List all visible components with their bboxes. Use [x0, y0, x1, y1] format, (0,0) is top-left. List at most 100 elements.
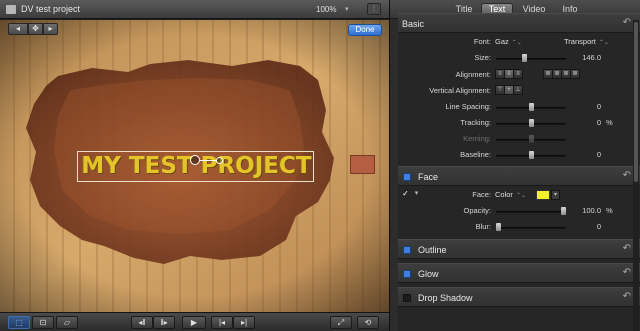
- opacity-slider-knob[interactable]: [561, 207, 566, 215]
- loop-button[interactable]: ⟲: [357, 316, 379, 329]
- play-button[interactable]: ▶: [182, 316, 206, 329]
- blur-value[interactable]: 0: [597, 222, 601, 231]
- chevron-down-icon[interactable]: ▾: [551, 190, 560, 200]
- face-fill-popup[interactable]: Color ⌃⌄: [495, 189, 526, 201]
- kerning-label: Kerning:: [463, 134, 491, 143]
- transform-tool-button[interactable]: ⊡: [32, 316, 54, 329]
- basic-section-header[interactable]: Basic ↶: [398, 13, 640, 33]
- blur-slider[interactable]: [496, 227, 566, 229]
- done-button[interactable]: Done: [348, 24, 382, 36]
- color-well[interactable]: [350, 155, 375, 174]
- baseline-row: Baseline: 0: [398, 147, 640, 164]
- face-checkmark-icon[interactable]: ✓: [401, 190, 410, 199]
- font-style-value: Transport: [564, 37, 596, 46]
- reset-icon[interactable]: ↶: [623, 291, 631, 302]
- section-title: Outline: [418, 245, 447, 255]
- nav-back-button[interactable]: ◂: [8, 23, 28, 35]
- alignment-label: Alignment:: [455, 70, 491, 79]
- align-right-icon[interactable]: ≡: [513, 69, 523, 79]
- outline-section-header[interactable]: Outline ↶: [398, 239, 640, 259]
- reset-icon[interactable]: ↶: [623, 267, 631, 278]
- tracking-label: Tracking:: [460, 118, 491, 127]
- face-enable-checkbox[interactable]: [403, 173, 411, 181]
- tracking-slider-knob[interactable]: [528, 119, 534, 127]
- size-label: Size:: [474, 53, 491, 62]
- outline-enable-checkbox[interactable]: [403, 246, 411, 254]
- alignment-row: Alignment: ≡ ≡ ≡ ≣ ≣ ≣ ≣: [398, 67, 640, 84]
- line-spacing-value[interactable]: 0: [597, 102, 601, 111]
- kerning-slider-knob: [528, 135, 534, 143]
- prev-frame-button[interactable]: ◂‖: [131, 316, 153, 329]
- reset-icon[interactable]: ↶: [623, 17, 631, 28]
- vertical-alignment-buttons: ⊤ + ⊥: [495, 85, 523, 95]
- fullscreen-button[interactable]: ⤢: [330, 316, 352, 329]
- crop-tool-button[interactable]: ▱: [56, 316, 78, 329]
- blur-row: Blur: 0: [398, 219, 640, 236]
- go-to-end-button[interactable]: ▸|: [233, 316, 255, 329]
- section-title: Face: [418, 172, 439, 182]
- go-to-start-button[interactable]: |◂: [211, 316, 233, 329]
- viewer-tools: ◂ ✥ ▸: [8, 23, 58, 35]
- inspector-scrollbar[interactable]: [633, 20, 639, 331]
- tracking-value[interactable]: 0: [597, 118, 601, 127]
- reset-icon[interactable]: ↶: [623, 243, 631, 254]
- face-color-swatch[interactable]: [536, 190, 550, 200]
- line-spacing-label: Line Spacing:: [445, 102, 491, 111]
- glow-section-header[interactable]: Glow ↶: [398, 263, 640, 283]
- size-slider[interactable]: [496, 58, 566, 60]
- line-spacing-slider-knob[interactable]: [528, 103, 534, 111]
- nav-forward-button[interactable]: ▸: [43, 23, 58, 35]
- vertical-alignment-label: Vertical Alignment:: [429, 86, 491, 95]
- size-value[interactable]: 146.0: [582, 53, 601, 62]
- font-family-popup[interactable]: Gaz ⌃⌄: [495, 36, 522, 48]
- face-label: Face:: [472, 190, 491, 199]
- zoom-menu[interactable]: 100%: [316, 5, 336, 14]
- switch-icon[interactable]: ⫶: [367, 3, 381, 15]
- inspector-panel: Title Text Video Info Basic ↶ Font: Gaz ⌃…: [389, 0, 640, 331]
- view-mode-button[interactable]: ⬚: [8, 316, 30, 329]
- opacity-row: Opacity: 100.0 %: [398, 203, 640, 220]
- size-slider-knob[interactable]: [522, 54, 527, 62]
- glow-enable-checkbox[interactable]: [403, 270, 411, 278]
- drop-shadow-enable-checkbox[interactable]: [403, 294, 411, 302]
- face-fill-value: Color: [495, 190, 513, 199]
- project-icon: [6, 5, 16, 14]
- popup-arrows-icon: ⌃⌄: [511, 40, 522, 46]
- face-section-header[interactable]: Face ↶: [398, 166, 640, 186]
- next-frame-button[interactable]: ‖▸: [153, 316, 175, 329]
- scrollbar-thumb[interactable]: [634, 22, 638, 182]
- baseline-slider-knob[interactable]: [528, 151, 534, 159]
- section-title: Drop Shadow: [418, 293, 473, 303]
- font-style-popup[interactable]: Transport ⌃⌄: [564, 36, 609, 48]
- rotation-handle[interactable]: [216, 157, 223, 164]
- popup-arrows-icon: ⌃⌄: [598, 40, 609, 46]
- transform-handle[interactable]: [190, 155, 200, 165]
- drop-shadow-section-header[interactable]: Drop Shadow ↶: [398, 287, 640, 307]
- font-label: Font:: [473, 37, 491, 46]
- move-icon[interactable]: ✥: [28, 23, 43, 35]
- align-bottom-icon[interactable]: ⊥: [513, 85, 523, 95]
- justify-full-icon[interactable]: ≣: [570, 69, 580, 79]
- inspector-body: Basic ↶ Font: Gaz ⌃⌄ Transport ⌃⌄ Size: 14…: [398, 13, 640, 331]
- reset-icon[interactable]: ↶: [623, 170, 631, 181]
- baseline-label: Baseline:: [460, 150, 491, 159]
- font-family-value: Gaz: [495, 37, 509, 46]
- alignment-buttons: ≡ ≡ ≡: [495, 69, 523, 79]
- baseline-value[interactable]: 0: [597, 150, 601, 159]
- blur-label: Blur:: [475, 222, 491, 231]
- opacity-slider[interactable]: [496, 211, 566, 213]
- chevron-down-icon[interactable]: ▾: [345, 5, 349, 13]
- viewer-transport-bar: ⬚ ⊡ ▱ ◂‖ ‖▸ ▶ |◂ ▸| ⤢ ⟲: [0, 312, 389, 331]
- tracking-row: Tracking: 0 %: [398, 115, 640, 132]
- rotation-handle-line: [200, 160, 216, 161]
- blur-slider-knob[interactable]: [496, 223, 501, 231]
- project-title: DV test project: [21, 4, 81, 14]
- opacity-value[interactable]: 100.0: [582, 206, 601, 215]
- opacity-unit: %: [606, 206, 613, 215]
- justify-buttons: ≣ ≣ ≣ ≣: [543, 69, 580, 79]
- opacity-label: Opacity:: [463, 206, 491, 215]
- size-row: Size: 146.0: [398, 50, 640, 67]
- disclosure-triangle-icon[interactable]: ▾: [412, 190, 421, 199]
- section-title: Basic: [402, 19, 425, 29]
- line-spacing-row: Line Spacing: 0: [398, 99, 640, 116]
